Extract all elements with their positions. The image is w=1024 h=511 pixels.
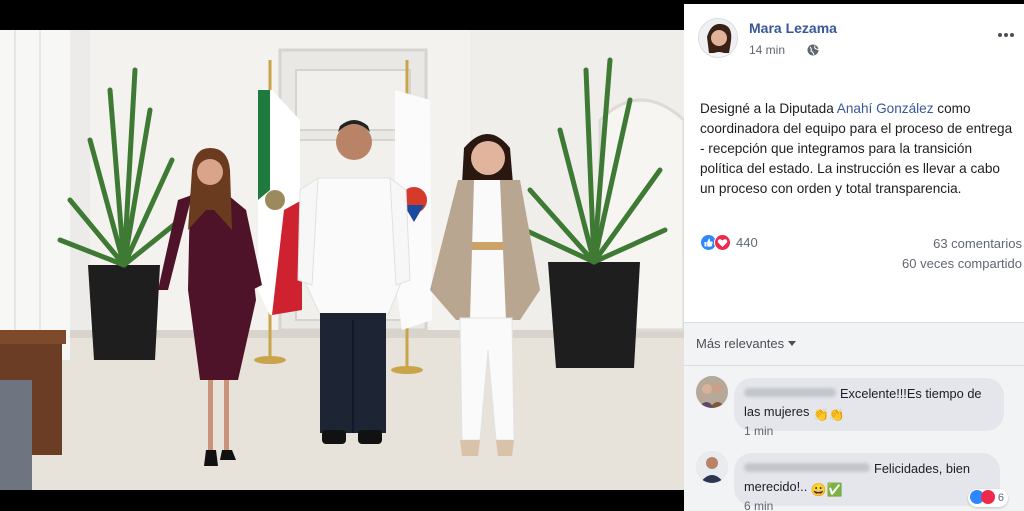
comment-bubble: Excelente!!!Es tiempo de las mujeres 👏👏 bbox=[734, 378, 1004, 431]
commenter-name-redacted bbox=[744, 463, 870, 472]
shares-count-link[interactable]: 60 veces compartido bbox=[902, 256, 1022, 271]
clapping-hands-emoji: 👏👏 bbox=[813, 407, 845, 422]
photo-viewer bbox=[0, 0, 684, 511]
divider bbox=[684, 365, 1024, 366]
love-reaction-icon bbox=[714, 234, 731, 251]
post-text-before: Designé a la Diputada bbox=[700, 101, 837, 116]
commenter-name-redacted bbox=[744, 388, 836, 397]
love-reaction-icon bbox=[980, 490, 995, 504]
post-header: Mara Lezama 14 min bbox=[698, 16, 1018, 60]
globe-icon bbox=[807, 43, 819, 56]
comments-section: Más relevantes Excelente!!!Es tiempo de … bbox=[684, 323, 1024, 511]
post-photo[interactable] bbox=[0, 30, 684, 490]
commenter-avatar[interactable] bbox=[696, 451, 728, 483]
more-options-icon[interactable] bbox=[998, 24, 1018, 37]
author-name[interactable]: Mara Lezama bbox=[749, 20, 837, 36]
comment-timestamp[interactable]: 1 min bbox=[744, 424, 773, 438]
post-panel: Mara Lezama 14 min Designé a la Diputada… bbox=[684, 4, 1024, 511]
sort-label: Más relevantes bbox=[696, 336, 785, 351]
comments-count-link[interactable]: 63 comentarios bbox=[933, 236, 1022, 251]
author-avatar[interactable] bbox=[698, 18, 738, 58]
commenter-avatar[interactable] bbox=[696, 376, 728, 408]
comment-sort-dropdown[interactable]: Más relevantes bbox=[696, 336, 797, 351]
mention-link[interactable]: Anahí González bbox=[837, 101, 934, 116]
comment-timestamp[interactable]: 6 min bbox=[744, 499, 773, 511]
sort-caret-icon bbox=[788, 341, 797, 346]
smile-check-emoji: 😀✅ bbox=[810, 482, 843, 497]
comment-reaction-count: 6 bbox=[997, 492, 1004, 504]
reactions-count: 440 bbox=[736, 235, 758, 250]
post-timestamp[interactable]: 14 min bbox=[749, 43, 785, 57]
comment-bubble: Felicidades, bien merecido!.. 😀✅ bbox=[734, 453, 1000, 506]
comment-reactions[interactable]: 6 bbox=[967, 489, 1008, 507]
post-message: Designé a la Diputada Anahí González com… bbox=[700, 99, 1018, 199]
